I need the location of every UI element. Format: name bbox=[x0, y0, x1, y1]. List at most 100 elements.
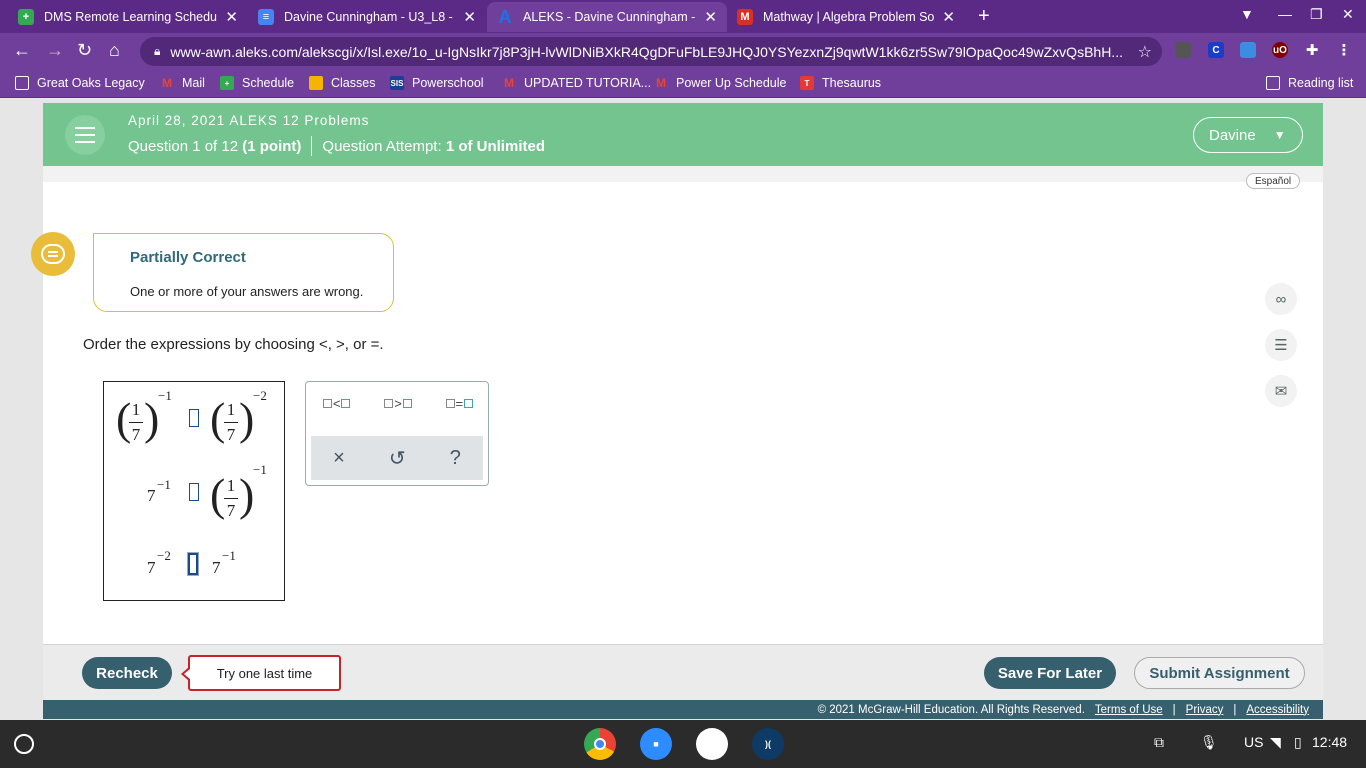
save-for-later-button[interactable]: Save For Later bbox=[984, 657, 1116, 689]
reload-icon[interactable]: ↻ bbox=[77, 40, 92, 61]
equal-button[interactable]: = bbox=[445, 396, 474, 411]
user-name: Davine bbox=[1209, 126, 1256, 144]
clock[interactable]: 12:48 bbox=[1312, 734, 1347, 750]
question-info: Question 1 of 12 (1 point) Question Atte… bbox=[128, 136, 545, 156]
operator-row: < > = bbox=[306, 396, 490, 411]
bookmark-mail[interactable]: M Mail bbox=[160, 76, 205, 90]
worksheet-icon[interactable]: ☰ bbox=[1265, 329, 1297, 361]
extension-icon[interactable] bbox=[1175, 42, 1191, 58]
bookmark-thesaurus[interactable]: T Thesaurus bbox=[800, 76, 881, 90]
address-bar[interactable]: 🔒︎ www-awn.aleks.com/alekscgi/x/Isl.exe/… bbox=[140, 37, 1162, 66]
wifi-icon[interactable]: ◥ bbox=[1270, 734, 1281, 751]
undo-icon[interactable]: ↺ bbox=[389, 446, 406, 471]
locale-indicator[interactable]: US bbox=[1244, 734, 1263, 750]
zoom-icon[interactable]: ■ bbox=[640, 728, 672, 760]
bookmark-classes[interactable]: Classes bbox=[309, 76, 375, 90]
tab-dms-schedule[interactable]: + DMS Remote Learning Schedule ✕ bbox=[8, 2, 248, 32]
link-separator: | bbox=[1172, 703, 1176, 716]
shelf: ■ )( ⧉ 🎙︎ US ◥ ▯ 12:48 bbox=[0, 720, 1366, 768]
chrome-icon[interactable] bbox=[584, 728, 616, 760]
microphone-icon[interactable]: 🎙︎ bbox=[1200, 734, 1218, 751]
glasses-icon[interactable]: ∞ bbox=[1265, 283, 1297, 315]
recheck-button[interactable]: Recheck bbox=[82, 657, 172, 689]
close-tab-icon[interactable]: ✕ bbox=[463, 8, 476, 26]
pearson-icon[interactable] bbox=[696, 728, 728, 760]
bookmark-star-icon[interactable]: ☆ bbox=[1138, 42, 1152, 62]
bookmark-label: Powerschool bbox=[412, 76, 484, 90]
close-tab-icon[interactable]: ✕ bbox=[225, 8, 238, 26]
gmail-icon: M bbox=[162, 76, 172, 90]
user-menu-button[interactable]: Davine ▼ bbox=[1193, 117, 1303, 153]
exponent: −2 bbox=[157, 548, 171, 563]
home-icon[interactable]: ⌂ bbox=[109, 40, 120, 61]
minimize-icon[interactable]: — bbox=[1278, 6, 1292, 22]
launcher-icon[interactable] bbox=[14, 734, 34, 754]
greater-than-button[interactable]: > bbox=[384, 396, 412, 411]
help-icon[interactable]: ? bbox=[450, 447, 461, 470]
tooltip: Try one last time bbox=[181, 655, 341, 691]
mail-icon[interactable]: ✉ bbox=[1265, 375, 1297, 407]
link-separator: | bbox=[1233, 703, 1237, 716]
url-text: www-awn.aleks.com/alekscgi/x/Isl.exe/1o_… bbox=[170, 43, 1123, 60]
feedback-title: Partially Correct bbox=[130, 249, 246, 266]
answer-blank-1[interactable] bbox=[189, 409, 199, 427]
bookmark-label: Power Up Schedule bbox=[676, 76, 787, 90]
answer-blank-2[interactable] bbox=[189, 483, 199, 501]
new-tab-icon[interactable]: + bbox=[978, 5, 990, 28]
privacy-link[interactable]: Privacy bbox=[1186, 704, 1224, 716]
tab-mathway[interactable]: M Mathway | Algebra Problem Solv ✕ bbox=[727, 2, 965, 32]
terms-link[interactable]: Terms of Use bbox=[1095, 704, 1163, 716]
menu-icon[interactable] bbox=[65, 115, 105, 155]
espanol-button[interactable]: Español bbox=[1246, 173, 1301, 189]
exponent: −1 bbox=[222, 548, 236, 563]
chrome-menu-icon[interactable]: ⋮ bbox=[1336, 42, 1352, 59]
close-window-icon[interactable]: ✕ bbox=[1342, 6, 1354, 23]
answer-palette: < > = × ↺ ? bbox=[305, 381, 489, 486]
tab-search-icon[interactable]: ▼ bbox=[1240, 6, 1254, 22]
bookmark-powerschool[interactable]: SIS Powerschool bbox=[390, 76, 484, 90]
bookmark-power-up[interactable]: M Power Up Schedule bbox=[654, 76, 786, 90]
extension-c-icon[interactable]: C bbox=[1208, 42, 1224, 58]
app-icon[interactable]: )( bbox=[752, 728, 784, 760]
bookmark-schedule[interactable]: + Schedule bbox=[220, 76, 294, 90]
close-tab-icon[interactable]: ✕ bbox=[704, 8, 717, 26]
classroom-icon bbox=[309, 76, 323, 90]
extensions-puzzle-icon[interactable]: ✚ bbox=[1304, 42, 1320, 59]
submit-assignment-button[interactable]: Submit Assignment bbox=[1134, 657, 1305, 689]
operator-symbol: = bbox=[455, 396, 464, 411]
accessibility-link[interactable]: Accessibility bbox=[1246, 704, 1309, 716]
tab-strip: + DMS Remote Learning Schedule ✕ ≡ Davin… bbox=[0, 0, 1366, 33]
reading-list[interactable]: Reading list bbox=[1266, 76, 1353, 90]
bookmark-great-oaks[interactable]: Great Oaks Legacy bbox=[15, 76, 145, 90]
tab-aleks[interactable]: A ALEKS - Davine Cunningham - Ac ✕ bbox=[487, 2, 727, 32]
bookmarks-bar: Great Oaks Legacy M Mail + Schedule Clas… bbox=[0, 70, 1366, 98]
extension-icon[interactable] bbox=[1240, 42, 1256, 58]
clear-icon[interactable]: × bbox=[333, 447, 345, 470]
bookmark-label: Great Oaks Legacy bbox=[37, 76, 145, 90]
close-tab-icon[interactable]: ✕ bbox=[942, 8, 955, 26]
base: 7 bbox=[147, 486, 156, 505]
numerator: 1 bbox=[226, 400, 236, 419]
chevron-down-icon: ▼ bbox=[1273, 128, 1286, 142]
aleks-header: April 28, 2021 ALEKS 12 Problems Questio… bbox=[43, 103, 1323, 166]
tab-title: DMS Remote Learning Schedule bbox=[44, 10, 218, 24]
back-icon[interactable]: ← bbox=[13, 40, 31, 61]
aleks-icon: A bbox=[498, 6, 512, 27]
question-area: Español Partially Correct One or more of… bbox=[43, 166, 1323, 644]
lock-icon[interactable]: 🔒︎ bbox=[154, 44, 160, 59]
less-than-button[interactable]: < bbox=[322, 396, 351, 411]
bookmark-label: Thesaurus bbox=[822, 76, 882, 90]
instruction-text: Order the expressions by choosing <, >, … bbox=[83, 336, 384, 353]
forward-icon[interactable]: → bbox=[46, 40, 64, 61]
base: 7 bbox=[212, 558, 221, 577]
feedback-message: One or more of your answers are wrong. bbox=[130, 284, 364, 299]
answer-blank-3[interactable] bbox=[188, 553, 198, 575]
tote-icon[interactable]: ⧉ bbox=[1154, 734, 1164, 751]
question-points: (1 point) bbox=[242, 137, 302, 155]
ublock-icon[interactable]: uO bbox=[1272, 42, 1288, 58]
tab-google-doc[interactable]: ≡ Davine Cunningham - U3_L8 - Go ✕ bbox=[248, 2, 486, 32]
sheets-icon: + bbox=[18, 9, 34, 25]
bookmark-updated-tutoria[interactable]: M UPDATED TUTORIA... bbox=[502, 76, 651, 90]
restore-icon[interactable]: ❐ bbox=[1310, 6, 1323, 23]
battery-icon[interactable]: ▯ bbox=[1294, 734, 1302, 751]
